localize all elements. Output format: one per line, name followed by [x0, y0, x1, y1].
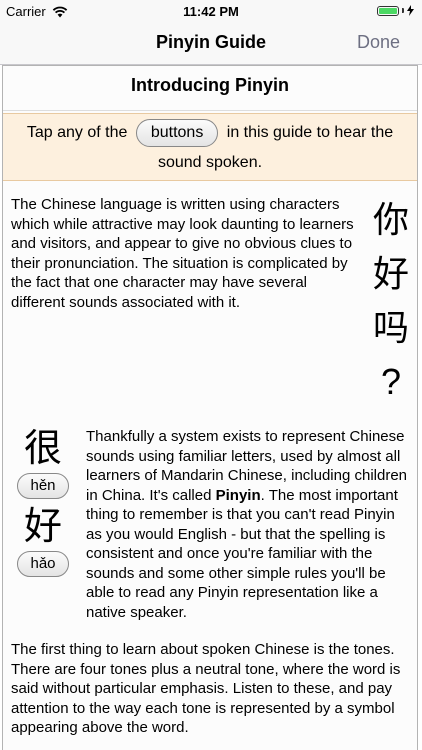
status-time: 11:42 PM [183, 4, 239, 19]
character-question: ? [380, 361, 402, 402]
character-hao: 好 [373, 253, 410, 294]
intro-paragraph: The Chinese language is written using ch… [11, 196, 354, 311]
page-title: Introducing Pinyin [3, 66, 417, 111]
tones-paragraph: The first thing to learn about spoken Ch… [11, 641, 401, 736]
character-column: 你 好 吗 ? [373, 193, 409, 409]
character-ma: 吗 [373, 307, 410, 348]
character-ni: 你 [373, 199, 410, 240]
battery-icon [377, 5, 399, 16]
guide-content[interactable]: Introducing Pinyin Tap any of the button… [2, 65, 418, 750]
tip-box: Tap any of the buttons in this guide to … [3, 113, 417, 181]
done-button[interactable]: Done [357, 32, 400, 53]
pinyin-paragraph: Thankfully a system exists to represent … [86, 427, 409, 622]
pinyin-section: 很 hěn 好 hǎo Thankfully a system exists t… [3, 427, 417, 622]
status-right [377, 5, 414, 16]
charging-icon [407, 5, 414, 16]
character-hen: 很 [23, 428, 62, 470]
pinyin-examples: 很 hěn 好 hǎo [11, 427, 75, 583]
hao-sound-button[interactable]: hǎo [17, 551, 69, 577]
tones-section: The first thing to learn about spoken Ch… [3, 622, 417, 738]
status-bar: Carrier 11:42 PM [0, 0, 422, 24]
intro-section: The Chinese language is written using ch… [3, 181, 417, 425]
character-hao-example: 好 [23, 506, 62, 548]
tip-text-before: Tap any of the [26, 124, 128, 141]
sample-sound-button[interactable]: buttons [135, 118, 219, 147]
navigation-bar: Pinyin Guide Done [0, 24, 422, 65]
hen-sound-button[interactable]: hěn [17, 473, 69, 499]
pinyin-bold-term: Pinyin [215, 486, 261, 504]
pinyin-text-after: . The most important thing to remember i… [86, 486, 398, 621]
battery-nub [402, 8, 404, 13]
